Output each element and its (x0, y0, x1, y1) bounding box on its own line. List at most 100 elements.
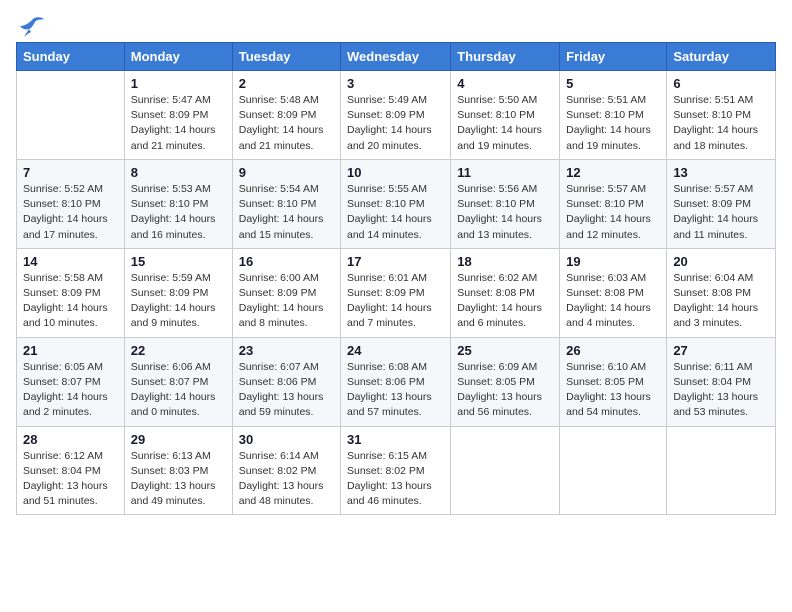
calendar-cell: 2 Sunrise: 5:48 AM Sunset: 8:09 PM Daylig… (232, 71, 340, 160)
calendar-cell: 24 Sunrise: 6:08 AM Sunset: 8:06 PM Dayli… (341, 337, 451, 426)
calendar-cell: 27 Sunrise: 6:11 AM Sunset: 8:04 PM Dayli… (667, 337, 776, 426)
day-info: Sunrise: 5:57 AM Sunset: 8:09 PM Dayligh… (673, 182, 769, 243)
calendar-cell: 18Sunrise: 6:02 AM Sunset: 8:08 PM Dayli… (451, 248, 560, 337)
weekday-header-sunday: Sunday (17, 43, 125, 71)
day-number: 17 (347, 254, 444, 269)
day-number: 21 (23, 343, 118, 358)
calendar-cell: 15Sunrise: 5:59 AM Sunset: 8:09 PM Dayli… (124, 248, 232, 337)
day-info: Sunrise: 5:58 AM Sunset: 8:09 PM Dayligh… (23, 271, 118, 332)
day-number: 2 (239, 76, 334, 91)
calendar-header-row: SundayMondayTuesdayWednesdayThursdayFrid… (17, 43, 776, 71)
day-info: Sunrise: 5:51 AM Sunset: 8:10 PM Dayligh… (673, 93, 769, 154)
day-number: 6 (673, 76, 769, 91)
day-number: 19 (566, 254, 660, 269)
day-number: 16 (239, 254, 334, 269)
calendar-cell: 6 Sunrise: 5:51 AM Sunset: 8:10 PM Daylig… (667, 71, 776, 160)
day-info: Sunrise: 5:52 AM Sunset: 8:10 PM Dayligh… (23, 182, 118, 243)
day-number: 29 (131, 432, 226, 447)
calendar-week-2: 7 Sunrise: 5:52 AM Sunset: 8:10 PM Daylig… (17, 159, 776, 248)
weekday-header-saturday: Saturday (667, 43, 776, 71)
weekday-header-monday: Monday (124, 43, 232, 71)
calendar-cell: 13 Sunrise: 5:57 AM Sunset: 8:09 PM Dayli… (667, 159, 776, 248)
calendar-cell (560, 426, 667, 515)
calendar-cell (17, 71, 125, 160)
calendar-week-3: 14 Sunrise: 5:58 AM Sunset: 8:09 PM Dayli… (17, 248, 776, 337)
day-number: 20 (673, 254, 769, 269)
day-info: Sunrise: 5:56 AM Sunset: 8:10 PM Dayligh… (457, 182, 553, 243)
header (16, 10, 776, 34)
day-info: Sunrise: 6:12 AM Sunset: 8:04 PM Dayligh… (23, 449, 118, 510)
day-info: Sunrise: 6:00 AM Sunset: 8:09 PM Dayligh… (239, 271, 334, 332)
calendar-cell: 17 Sunrise: 6:01 AM Sunset: 8:09 PM Dayli… (341, 248, 451, 337)
day-info: Sunrise: 6:05 AM Sunset: 8:07 PM Dayligh… (23, 360, 118, 421)
day-info: Sunrise: 6:06 AM Sunset: 8:07 PM Dayligh… (131, 360, 226, 421)
calendar-cell: 14 Sunrise: 5:58 AM Sunset: 8:09 PM Dayli… (17, 248, 125, 337)
day-info: Sunrise: 5:55 AM Sunset: 8:10 PM Dayligh… (347, 182, 444, 243)
calendar-cell: 11 Sunrise: 5:56 AM Sunset: 8:10 PM Dayli… (451, 159, 560, 248)
calendar-cell: 4Sunrise: 5:50 AM Sunset: 8:10 PM Daylig… (451, 71, 560, 160)
day-info: Sunrise: 6:02 AM Sunset: 8:08 PM Dayligh… (457, 271, 553, 332)
calendar-cell: 25 Sunrise: 6:09 AM Sunset: 8:05 PM Dayli… (451, 337, 560, 426)
calendar-cell: 23Sunrise: 6:07 AM Sunset: 8:06 PM Dayli… (232, 337, 340, 426)
day-number: 7 (23, 165, 118, 180)
calendar-cell: 8 Sunrise: 5:53 AM Sunset: 8:10 PM Daylig… (124, 159, 232, 248)
day-info: Sunrise: 6:15 AM Sunset: 8:02 PM Dayligh… (347, 449, 444, 510)
calendar-cell: 28Sunrise: 6:12 AM Sunset: 8:04 PM Dayli… (17, 426, 125, 515)
calendar-cell: 20 Sunrise: 6:04 AM Sunset: 8:08 PM Dayli… (667, 248, 776, 337)
calendar-cell: 30 Sunrise: 6:14 AM Sunset: 8:02 PM Dayli… (232, 426, 340, 515)
day-number: 5 (566, 76, 660, 91)
day-number: 23 (239, 343, 334, 358)
day-info: Sunrise: 5:49 AM Sunset: 8:09 PM Dayligh… (347, 93, 444, 154)
calendar-table: SundayMondayTuesdayWednesdayThursdayFrid… (16, 42, 776, 515)
calendar-cell: 21 Sunrise: 6:05 AM Sunset: 8:07 PM Dayli… (17, 337, 125, 426)
day-number: 30 (239, 432, 334, 447)
calendar-cell: 9 Sunrise: 5:54 AM Sunset: 8:10 PM Daylig… (232, 159, 340, 248)
day-info: Sunrise: 6:03 AM Sunset: 8:08 PM Dayligh… (566, 271, 660, 332)
calendar-cell: 1Sunrise: 5:47 AM Sunset: 8:09 PM Daylig… (124, 71, 232, 160)
day-number: 3 (347, 76, 444, 91)
calendar-cell: 3 Sunrise: 5:49 AM Sunset: 8:09 PM Daylig… (341, 71, 451, 160)
day-info: Sunrise: 6:01 AM Sunset: 8:09 PM Dayligh… (347, 271, 444, 332)
day-info: Sunrise: 5:48 AM Sunset: 8:09 PM Dayligh… (239, 93, 334, 154)
weekday-header-tuesday: Tuesday (232, 43, 340, 71)
day-number: 14 (23, 254, 118, 269)
weekday-header-wednesday: Wednesday (341, 43, 451, 71)
day-number: 31 (347, 432, 444, 447)
day-info: Sunrise: 6:09 AM Sunset: 8:05 PM Dayligh… (457, 360, 553, 421)
calendar-cell: 5 Sunrise: 5:51 AM Sunset: 8:10 PM Daylig… (560, 71, 667, 160)
day-info: Sunrise: 6:13 AM Sunset: 8:03 PM Dayligh… (131, 449, 226, 510)
logo-bird-icon (19, 16, 45, 38)
calendar-cell: 10 Sunrise: 5:55 AM Sunset: 8:10 PM Dayli… (341, 159, 451, 248)
weekday-header-friday: Friday (560, 43, 667, 71)
calendar-week-1: 1Sunrise: 5:47 AM Sunset: 8:09 PM Daylig… (17, 71, 776, 160)
weekday-header-thursday: Thursday (451, 43, 560, 71)
calendar-cell: 29 Sunrise: 6:13 AM Sunset: 8:03 PM Dayli… (124, 426, 232, 515)
day-number: 24 (347, 343, 444, 358)
day-number: 26 (566, 343, 660, 358)
day-number: 11 (457, 165, 553, 180)
day-info: Sunrise: 5:59 AM Sunset: 8:09 PM Dayligh… (131, 271, 226, 332)
day-number: 9 (239, 165, 334, 180)
day-info: Sunrise: 5:51 AM Sunset: 8:10 PM Dayligh… (566, 93, 660, 154)
day-info: Sunrise: 6:04 AM Sunset: 8:08 PM Dayligh… (673, 271, 769, 332)
calendar-cell: 26Sunrise: 6:10 AM Sunset: 8:05 PM Dayli… (560, 337, 667, 426)
day-number: 25 (457, 343, 553, 358)
day-number: 10 (347, 165, 444, 180)
day-info: Sunrise: 6:14 AM Sunset: 8:02 PM Dayligh… (239, 449, 334, 510)
calendar-week-4: 21 Sunrise: 6:05 AM Sunset: 8:07 PM Dayli… (17, 337, 776, 426)
calendar-cell: 12Sunrise: 5:57 AM Sunset: 8:10 PM Dayli… (560, 159, 667, 248)
calendar-cell: 7 Sunrise: 5:52 AM Sunset: 8:10 PM Daylig… (17, 159, 125, 248)
day-number: 27 (673, 343, 769, 358)
day-info: Sunrise: 5:57 AM Sunset: 8:10 PM Dayligh… (566, 182, 660, 243)
calendar-cell: 16 Sunrise: 6:00 AM Sunset: 8:09 PM Dayli… (232, 248, 340, 337)
day-info: Sunrise: 5:53 AM Sunset: 8:10 PM Dayligh… (131, 182, 226, 243)
day-info: Sunrise: 6:11 AM Sunset: 8:04 PM Dayligh… (673, 360, 769, 421)
day-number: 4 (457, 76, 553, 91)
calendar-cell (667, 426, 776, 515)
day-number: 8 (131, 165, 226, 180)
day-info: Sunrise: 5:54 AM Sunset: 8:10 PM Dayligh… (239, 182, 334, 243)
day-info: Sunrise: 5:47 AM Sunset: 8:09 PM Dayligh… (131, 93, 226, 154)
day-info: Sunrise: 6:08 AM Sunset: 8:06 PM Dayligh… (347, 360, 444, 421)
day-number: 13 (673, 165, 769, 180)
calendar-cell: 19 Sunrise: 6:03 AM Sunset: 8:08 PM Dayli… (560, 248, 667, 337)
